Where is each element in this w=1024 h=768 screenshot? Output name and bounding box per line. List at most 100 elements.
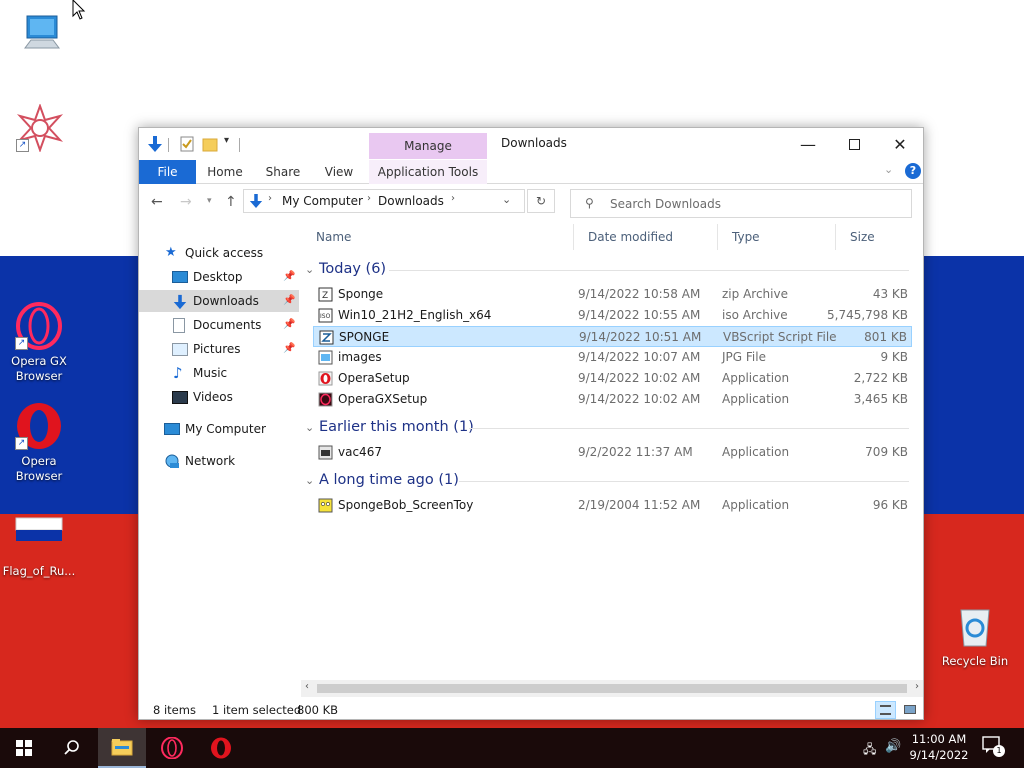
tab-view[interactable]: View — [315, 160, 363, 184]
desktop-icon-this-pc[interactable] — [2, 10, 80, 62]
column-header-name[interactable]: Name — [302, 224, 574, 250]
close-button[interactable]: ✕ — [877, 128, 923, 160]
horizontal-scrollbar[interactable]: ‹ › — [301, 680, 923, 697]
recent-locations-chevron-icon[interactable]: ▾ — [207, 196, 212, 206]
nav-label: Documents — [193, 318, 262, 332]
help-icon[interactable]: ? — [905, 163, 921, 179]
minimize-button[interactable]: — — [785, 128, 831, 160]
tab-home[interactable]: Home — [201, 160, 249, 184]
group-header-earlier-this-month[interactable]: ⌄ Earlier this month (1) — [305, 417, 474, 437]
opera-icon — [211, 737, 231, 759]
file-row-selected[interactable]: SPONGE 9/14/2022 10:51 AM VBScript Scrip… — [313, 326, 912, 347]
group-label: Today (6) — [319, 261, 387, 277]
computer-icon — [17, 10, 65, 58]
breadcrumb-my-computer[interactable]: My Computer — [282, 194, 363, 208]
file-row[interactable]: images 9/14/2022 10:07 AM JPG File 9 KB — [313, 347, 912, 368]
nav-network[interactable]: Network — [139, 450, 299, 472]
address-dropdown-icon[interactable]: ⌄ — [502, 193, 511, 206]
group-divider — [459, 481, 909, 482]
file-row[interactable]: ISO Win10_21H2_English_x64 9/14/2022 10:… — [313, 305, 912, 326]
group-label: A long time ago (1) — [319, 472, 459, 488]
file-type: iso Archive — [722, 308, 788, 322]
file-row[interactable]: vac467 9/2/2022 11:37 AM Application 709… — [313, 442, 912, 463]
desktop-icon-flag-file[interactable]: Flag_of_Ru... — [0, 512, 78, 579]
star-icon: ★ — [165, 245, 177, 260]
tab-file[interactable]: File — [139, 160, 196, 184]
nav-music[interactable]: ♪ Music — [139, 362, 299, 384]
ribbon-expand-chevron-icon[interactable]: ⌄ — [884, 163, 893, 176]
file-date: 9/14/2022 10:51 AM — [579, 330, 702, 344]
pin-icon[interactable]: 📌 — [283, 338, 295, 360]
music-note-icon: ♪ — [173, 364, 183, 382]
file-size: 801 KB — [864, 330, 907, 344]
qat-dropdown-icon[interactable]: ▾ — [224, 135, 229, 153]
shortcut-arrow-icon: ↗ — [15, 337, 28, 350]
breadcrumb-separator-icon: › — [367, 193, 371, 204]
desktop-icon-emblem[interactable]: ↗ — [1, 103, 79, 156]
nav-desktop[interactable]: Desktop 📌 — [139, 266, 299, 288]
clock-time: 11:00 AM — [911, 732, 967, 746]
action-center-button[interactable]: 1 — [982, 736, 1006, 760]
tab-application-tools[interactable]: Application Tools — [369, 160, 487, 184]
downloads-location-icon — [249, 193, 263, 212]
scrollbar-thumb[interactable] — [317, 684, 907, 693]
refresh-icon: ↻ — [535, 194, 547, 208]
details-view-button[interactable] — [875, 701, 896, 719]
manage-contextual-tab[interactable]: Manage — [369, 133, 487, 159]
group-header-today[interactable]: ⌄ Today (6) — [305, 259, 386, 279]
file-date: 9/14/2022 10:02 AM — [578, 371, 701, 385]
desktop-icon-opera-gx[interactable]: ↗ Opera GX Browser — [0, 302, 78, 384]
file-row[interactable]: SpongeBob_ScreenToy 2/19/2004 11:52 AM A… — [313, 495, 912, 516]
start-button[interactable] — [0, 728, 48, 768]
mouse-cursor-icon — [72, 0, 86, 20]
nav-videos[interactable]: Videos — [139, 386, 299, 408]
desktop-icon-opera[interactable]: ↗ Opera Browser — [0, 402, 78, 484]
nav-pictures[interactable]: Pictures 📌 — [139, 338, 299, 360]
search-box[interactable]: ⚲ Search Downloads — [570, 189, 912, 218]
address-bar[interactable]: › My Computer › Downloads › ⌄ — [243, 189, 525, 213]
tab-share[interactable]: Share — [259, 160, 307, 184]
pin-icon[interactable]: 📌 — [283, 290, 295, 312]
column-header-size[interactable]: Size — [836, 224, 914, 250]
file-date: 9/14/2022 10:58 AM — [578, 287, 701, 301]
taskbar-opera[interactable] — [197, 728, 245, 768]
desktop-icon-recycle-bin[interactable]: Recycle Bin — [936, 602, 1014, 669]
opera-gx-icon — [161, 737, 183, 759]
network-status-icon[interactable]: 🖧 — [863, 740, 876, 761]
file-row[interactable]: Z Sponge 9/14/2022 10:58 AM zip Archive … — [313, 284, 912, 305]
notification-count-badge: 1 — [993, 745, 1005, 757]
column-header-date-modified[interactable]: Date modified — [574, 224, 718, 250]
breadcrumb-downloads[interactable]: Downloads — [378, 194, 444, 208]
refresh-button[interactable]: ↻ — [527, 189, 555, 213]
file-row[interactable]: OperaGXSetup 9/14/2022 10:02 AM Applicat… — [313, 389, 912, 410]
large-icons-view-button[interactable] — [900, 701, 921, 719]
nav-downloads[interactable]: Downloads 📌 — [139, 290, 299, 312]
file-type: zip Archive — [722, 287, 788, 301]
file-type: JPG File — [722, 350, 766, 364]
scroll-right-icon[interactable]: › — [915, 681, 919, 692]
file-name: images — [338, 350, 382, 364]
nav-label: Network — [185, 454, 236, 468]
file-date: 9/14/2022 10:55 AM — [578, 308, 701, 322]
new-folder-icon[interactable] — [202, 135, 220, 153]
back-arrow-icon[interactable]: ← — [151, 194, 163, 210]
taskbar-file-explorer[interactable] — [98, 728, 146, 768]
maximize-button[interactable] — [831, 128, 877, 160]
column-header-type[interactable]: Type — [718, 224, 836, 250]
volume-icon[interactable]: 🔊 — [885, 739, 901, 754]
scroll-left-icon[interactable]: ‹ — [305, 681, 309, 692]
properties-icon[interactable] — [179, 135, 195, 153]
up-arrow-icon[interactable]: ↑ — [225, 194, 237, 210]
search-button[interactable] — [48, 728, 96, 768]
forward-arrow-icon[interactable]: → — [180, 194, 192, 210]
pin-icon[interactable]: 📌 — [283, 266, 295, 288]
nav-my-computer[interactable]: My Computer — [139, 418, 299, 440]
group-header-a-long-time-ago[interactable]: ⌄ A long time ago (1) — [305, 470, 459, 490]
file-row[interactable]: OperaSetup 9/14/2022 10:02 AM Applicatio… — [313, 368, 912, 389]
pin-icon[interactable]: 📌 — [283, 314, 295, 336]
taskbar-clock[interactable]: 11:00 AM 9/14/2022 — [906, 731, 972, 763]
nav-quick-access[interactable]: ★ Quick access — [139, 242, 299, 264]
recycle-bin-icon — [951, 602, 999, 650]
nav-documents[interactable]: Documents 📌 — [139, 314, 299, 336]
taskbar-opera-gx[interactable] — [148, 728, 196, 768]
